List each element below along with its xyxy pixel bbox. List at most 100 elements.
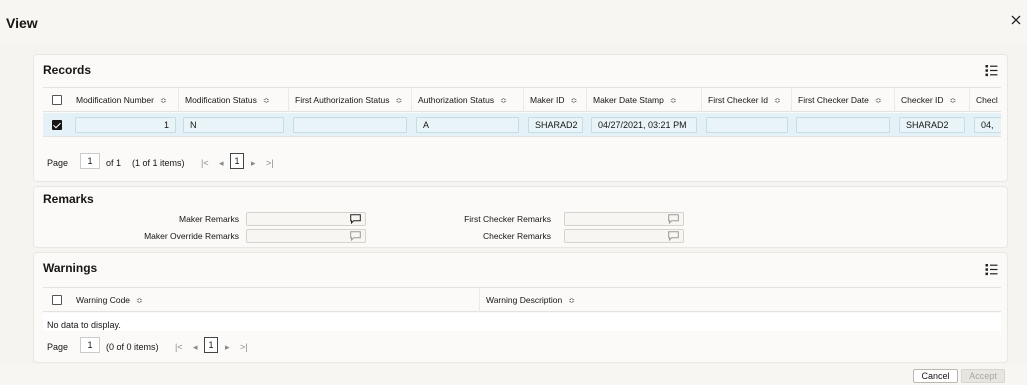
sort-icon: ≎ [774, 96, 781, 105]
modification-number-value: 1 [75, 117, 176, 133]
column-list-icon[interactable] [985, 263, 998, 276]
close-icon[interactable] [1010, 14, 1022, 26]
last-page-icon[interactable]: >| [240, 337, 248, 357]
col-label: Warning Code [76, 295, 131, 305]
checker-remarks-label: Checker Remarks [482, 231, 551, 241]
sort-icon: ≎ [136, 296, 143, 305]
sort-icon: ≎ [669, 96, 677, 105]
comment-icon[interactable] [668, 214, 679, 224]
current-page-button[interactable]: 1 [230, 153, 244, 169]
col-label: Modification Status [185, 95, 257, 105]
maker-override-remarks-label: Maker Override Remarks [144, 231, 239, 241]
page-items-count: (1 of 1 items) [132, 158, 185, 168]
checker-remarks-field[interactable] [564, 229, 684, 243]
maker-remarks-label: Maker Remarks [179, 214, 239, 224]
cancel-button[interactable]: Cancel [913, 369, 958, 383]
prev-page-icon[interactable]: ◂ [219, 153, 224, 173]
authorization-status-value: A [416, 117, 519, 133]
records-title: Records [43, 63, 92, 77]
first-checker-date-value [796, 117, 890, 133]
page-input[interactable]: 1 [80, 337, 100, 353]
next-page-icon[interactable]: ▸ [225, 337, 230, 357]
remarks-panel: Remarks Maker Remarks Maker Override Rem… [33, 186, 1008, 248]
col-first-authorization-status[interactable]: First Authorization Status ≎ [288, 88, 411, 112]
select-all-checkbox[interactable] [52, 95, 62, 105]
comment-icon[interactable] [668, 231, 679, 241]
col-modification-number[interactable]: Modification Number ≎ [70, 88, 178, 112]
first-authorization-status-value [293, 117, 407, 133]
col-label: First Authorization Status [295, 95, 390, 105]
records-header-row: Modification Number ≎ Modification Status… [43, 88, 1001, 112]
last-page-icon[interactable]: >| [266, 153, 274, 173]
accept-button[interactable]: Accept [961, 369, 1005, 383]
first-page-icon[interactable]: |< [175, 337, 183, 357]
dialog-title: View [6, 15, 38, 31]
col-warning-code[interactable]: Warning Code ≎ [70, 288, 490, 312]
sort-icon: ≎ [500, 96, 507, 105]
col-first-checker-date[interactable]: First Checker Date ≎ [791, 88, 894, 112]
warnings-title: Warnings [43, 261, 98, 275]
page-label: Page [47, 342, 69, 352]
remarks-title: Remarks [43, 192, 94, 206]
sort-icon: ≎ [159, 96, 167, 105]
col-label: Maker Date Stamp [593, 95, 664, 105]
dialog-content: Records Modification Number ≎ Modificatio… [0, 44, 1027, 364]
records-grid: Modification Number ≎ Modification Status… [43, 87, 1001, 137]
dialog-footer: Cancel Accept [0, 364, 1027, 385]
first-checker-remarks-label: First Checker Remarks [464, 214, 551, 224]
records-panel: Records Modification Number ≎ Modificatio… [33, 54, 1008, 182]
sort-icon: ≎ [949, 96, 957, 105]
page-label: Page [47, 158, 69, 168]
current-page-button[interactable]: 1 [204, 337, 218, 353]
first-checker-remarks-field[interactable] [564, 212, 684, 226]
col-label: Checl [976, 95, 998, 105]
checker-id-value: SHARAD2 [899, 117, 965, 133]
maker-date-stamp-value: 04/27/2021, 03:21 PM [591, 117, 697, 133]
col-first-checker-id[interactable]: First Checker Id ≎ [701, 88, 791, 112]
column-list-icon[interactable] [985, 64, 998, 77]
col-label: First Checker Date [798, 95, 869, 105]
col-maker-id[interactable]: Maker ID ≎ [523, 88, 586, 112]
col-checker-date[interactable]: Checl [969, 88, 1001, 112]
comment-icon[interactable] [350, 231, 361, 241]
prev-page-icon[interactable]: ◂ [193, 337, 198, 357]
page-of-total: of 1 [106, 158, 122, 168]
sort-icon: ≎ [570, 96, 578, 105]
first-page-icon[interactable]: |< [201, 153, 209, 173]
maker-remarks-field[interactable] [246, 212, 366, 226]
records-pager: Page 1 of 1 (1 of 1 items) |< ◂ 1 ▸ >| [43, 153, 343, 173]
modification-status-value: N [183, 117, 284, 133]
warnings-pager: Page 1 (0 of 0 items) |< ◂ 1 ▸ >| [43, 337, 343, 357]
maker-id-value: SHARAD2 [528, 117, 583, 133]
table-row[interactable]: 1 N A SHARAD2 04/27/2021, 03:21 PM SHARA… [43, 113, 1001, 137]
select-all-checkbox[interactable] [52, 295, 62, 305]
sort-icon: ≎ [874, 96, 882, 105]
col-warning-description[interactable]: Warning Description ≎ [479, 288, 1001, 312]
col-authorization-status[interactable]: Authorization Status ≎ [411, 88, 523, 112]
warnings-panel: Warnings Warning Code ≎ Warning Descripti… [33, 252, 1008, 363]
checker-date-value: 04, [974, 117, 1001, 133]
sort-icon: ≎ [568, 296, 575, 305]
col-label: Checker ID [901, 95, 944, 105]
col-checker-id[interactable]: Checker ID ≎ [894, 88, 969, 112]
maker-override-remarks-field[interactable] [246, 229, 366, 243]
comment-icon[interactable] [350, 214, 361, 224]
no-data-text: No data to display. [47, 320, 121, 330]
col-label: Maker ID [530, 95, 565, 105]
page-input[interactable]: 1 [80, 153, 100, 169]
sort-icon: ≎ [395, 96, 403, 105]
col-label: Authorization Status [418, 95, 495, 105]
col-label: Modification Number [76, 95, 154, 105]
col-modification-status[interactable]: Modification Status ≎ [178, 88, 288, 112]
empty-row: No data to display. [43, 313, 1001, 331]
col-maker-date-stamp[interactable]: Maker Date Stamp ≎ [586, 88, 701, 112]
row-checkbox[interactable] [52, 120, 62, 130]
warnings-grid: Warning Code ≎ Warning Description ≎ No da… [43, 287, 1001, 331]
col-label: Warning Description [486, 295, 563, 305]
warnings-header-row: Warning Code ≎ Warning Description ≎ [43, 288, 1001, 312]
col-label: First Checker Id [708, 95, 768, 105]
page-items-count: (0 of 0 items) [106, 342, 159, 352]
sort-icon: ≎ [262, 96, 270, 105]
first-checker-id-value [706, 117, 788, 133]
next-page-icon[interactable]: ▸ [251, 153, 256, 173]
